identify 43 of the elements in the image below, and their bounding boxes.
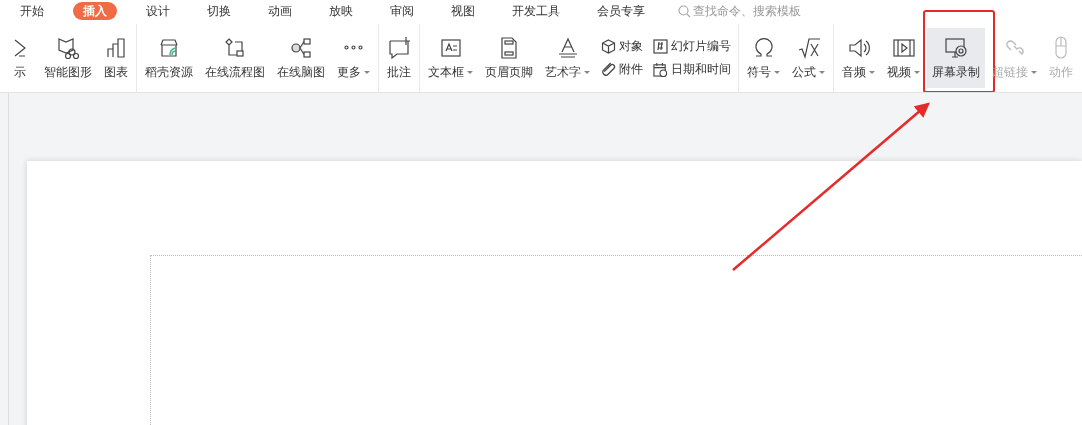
square-root-icon	[796, 35, 821, 60]
shapes-icon	[56, 35, 80, 60]
toolbar-button[interactable]: 视频	[882, 28, 925, 88]
toolbar-button[interactable]: 批注	[382, 28, 416, 88]
tab[interactable]: 审阅	[382, 2, 422, 20]
toolbar-button[interactable]: 在线流程图	[200, 28, 270, 88]
tab[interactable]: 设计	[138, 2, 178, 20]
toolbar-button[interactable]: 音频	[837, 28, 880, 88]
cube-icon	[601, 39, 616, 54]
placeholder-box[interactable]	[150, 255, 1082, 425]
comment-icon	[387, 35, 411, 60]
toolbar-button[interactable]: 幻灯片编号	[651, 38, 733, 55]
toolbar-button[interactable]: 公式	[787, 28, 830, 88]
tab[interactable]: 会员专享	[589, 2, 653, 20]
toolbar-button[interactable]: 文本框	[423, 28, 478, 88]
toolbar-button[interactable]: 屏幕录制	[927, 28, 985, 88]
chevron-icon	[14, 38, 26, 57]
tab[interactable]: 切换	[199, 2, 239, 20]
bar-chart-icon	[104, 35, 128, 60]
search-icon	[678, 4, 691, 18]
tab[interactable]: 视图	[443, 2, 483, 20]
dots-icon	[344, 45, 363, 50]
toolbar-button[interactable]: 对象	[599, 38, 645, 55]
tab[interactable]: 开始	[12, 2, 52, 20]
toolbar-button[interactable]: 图表	[99, 28, 133, 88]
monitor-icon	[944, 35, 968, 60]
toolbar-button[interactable]: 日期和时间	[651, 61, 733, 78]
toolbar-button[interactable]: 附件	[599, 61, 645, 78]
tab[interactable]: 动画	[260, 2, 300, 20]
tab[interactable]: 开发工具	[504, 2, 568, 20]
mindmap-icon	[289, 35, 313, 60]
toolbar-button[interactable]: 在线脑图	[272, 28, 330, 88]
toolbar-button[interactable]: 示	[3, 28, 37, 88]
toolbar-button[interactable]: 艺术字	[540, 28, 595, 88]
paperclip-icon	[601, 62, 616, 77]
toolbar-button[interactable]: 符号	[742, 28, 785, 88]
toolbar-button[interactable]: 更多	[332, 28, 375, 88]
calendar-icon	[653, 62, 668, 77]
toolbar-button[interactable]: 稻壳资源	[140, 28, 198, 88]
toolbar-button[interactable]: 智能图形	[39, 28, 97, 88]
toolbar-button[interactable]: 页眉页脚	[480, 28, 538, 88]
hash-icon	[653, 39, 668, 54]
tab[interactable]: 放映	[321, 2, 361, 20]
